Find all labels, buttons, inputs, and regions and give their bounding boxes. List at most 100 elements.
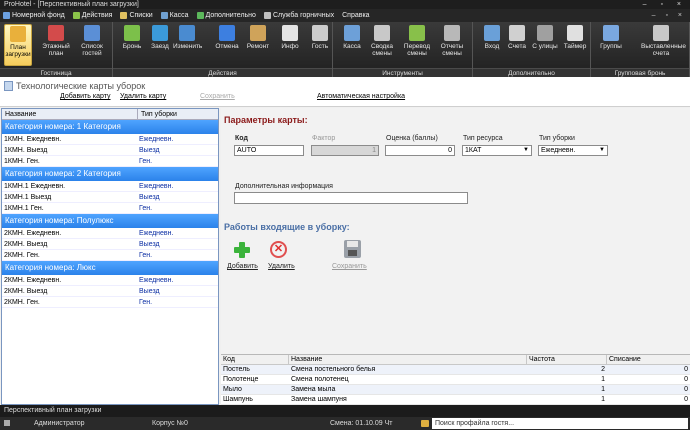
ribbon-button[interactable]: Бронь <box>118 24 146 66</box>
remove-work-icon[interactable]: ✕ <box>270 241 287 258</box>
works-cell: 0 <box>684 376 688 383</box>
works-cell: Мыло <box>223 386 242 393</box>
cell-cleaning-type: Ежедневн. <box>139 136 174 143</box>
menu-item[interactable]: Дополнительно <box>196 9 256 22</box>
table-row[interactable]: 1КМН. Ежедневн. Ежедневн. <box>2 134 218 145</box>
works-table-body: Постель Смена постельного белья 2 0 Полотенц… <box>221 365 690 405</box>
ribbon-button[interactable]: Отчеты смены <box>438 24 466 66</box>
table-row[interactable]: 2КМН. Ген. Ген. <box>2 297 218 308</box>
ribbon-button-label: Гость <box>311 43 329 50</box>
menu-item[interactable]: Касса <box>160 9 189 22</box>
main-content: Технологические карты уборок Добавить ка… <box>0 77 690 405</box>
ribbon-button-icon <box>567 25 583 41</box>
add-card-link[interactable]: Добавить карту <box>60 93 111 100</box>
column-code[interactable]: Код <box>221 355 289 364</box>
ribbon-button[interactable]: Гость <box>306 24 334 66</box>
table-row[interactable]: Шампунь Замена шампуня 1 0 <box>221 395 690 405</box>
add-work-link[interactable]: Добавить <box>227 263 258 270</box>
menu-item[interactable]: Служба горничных <box>263 9 334 22</box>
menu-item[interactable]: Справка <box>342 9 369 22</box>
ribbon-button[interactable]: Отмена <box>213 24 241 66</box>
ribbon-button[interactable]: Заезд <box>146 24 174 66</box>
category-group-row[interactable]: Категория номера: 2 Категория <box>2 167 218 181</box>
column-frequency[interactable]: Частота <box>527 355 607 364</box>
resource-type-select[interactable]: 1КАТ ▼ <box>462 145 532 156</box>
ribbon-button[interactable]: План загрузки <box>4 24 32 66</box>
ribbon-button[interactable]: Выставленные счета <box>641 24 686 66</box>
table-row[interactable]: Мыло Замена мыла 1 0 <box>221 385 690 395</box>
menu-item[interactable]: Действия <box>72 9 112 22</box>
table-row[interactable]: Полотенце Смена полотенец 1 0 <box>221 375 690 385</box>
menu-item[interactable]: Номерной фонд <box>3 9 65 22</box>
save-disk-icon[interactable] <box>344 240 361 258</box>
ribbon-button[interactable]: Таймер <box>561 24 589 66</box>
works-cell: Смена полотенец <box>291 376 349 383</box>
save-link[interactable]: Сохранить <box>200 93 235 100</box>
table-row[interactable]: 1КМН. Выезд Выезд <box>2 145 218 156</box>
table-row[interactable]: 2КМН. Ежедневн. Ежедневн. <box>2 275 218 286</box>
category-group-row[interactable]: Категория номера: 1 Категория <box>2 120 218 134</box>
status-bar: Администратор Корпус №0 Смена: 01.10.09 … <box>0 417 690 430</box>
score-label: Оценка (баллы) <box>386 135 438 142</box>
table-row[interactable]: 2КМН. Ген. Ген. <box>2 250 218 261</box>
remove-work-link[interactable]: Удалить <box>268 263 295 270</box>
resource-type-label: Тип ресурса <box>463 135 503 142</box>
column-cleaning-type[interactable]: Тип уборки <box>138 109 177 119</box>
ribbon-button-label: Выставленные счета <box>641 43 686 57</box>
table-row[interactable]: 2КМН. Выезд Выезд <box>2 286 218 297</box>
category-group-row[interactable]: Категория номера: Люкс <box>2 261 218 275</box>
table-row[interactable]: 1КМН. Ген. Ген. <box>2 156 218 167</box>
menu-icon <box>120 12 128 19</box>
table-row[interactable]: 2КМН. Выезд Выезд <box>2 239 218 250</box>
works-cell: Шампунь <box>223 396 253 403</box>
table-row[interactable]: 1КМН.1 Ежедневн. Ежедневн. <box>2 181 218 192</box>
ribbon-button[interactable]: Список гостей <box>78 24 106 66</box>
menu-icon <box>263 12 271 19</box>
menu-item-label: Списки <box>129 12 153 19</box>
column-title[interactable]: Название <box>289 355 527 364</box>
works-cell: Замена мыла <box>291 386 336 393</box>
ribbon-button[interactable]: Сводка смены <box>368 24 396 66</box>
ribbon-button[interactable]: Счета <box>503 24 531 66</box>
delete-card-link[interactable]: Удалить карту <box>120 93 166 100</box>
cell-cleaning-type: Выезд <box>139 241 160 248</box>
ribbon-button[interactable]: Перевод смены <box>403 24 431 66</box>
auto-setup-link[interactable]: Автоматическая настройка <box>317 93 405 100</box>
ribbon-button[interactable]: Вход <box>478 24 506 66</box>
plan-tab-label[interactable]: Перспективный план загрузки <box>4 407 101 414</box>
ribbon-button[interactable]: Инфо <box>276 24 304 66</box>
ribbon-button[interactable]: Этажный план <box>42 24 70 66</box>
factor-input[interactable]: 1 <box>311 145 379 156</box>
ribbon-button[interactable]: С улицы <box>531 24 559 66</box>
code-input[interactable]: AUTO <box>234 145 304 156</box>
menu-bar: Номерной фонд Действия Списки Касса Дополнит… <box>0 9 690 22</box>
window-controls[interactable]: – ▫ × <box>643 0 687 9</box>
score-input[interactable]: 0 <box>385 145 455 156</box>
info-input[interactable] <box>234 192 468 204</box>
cleaning-type-select[interactable]: Ежедневн. ▼ <box>538 145 608 156</box>
column-writeoff[interactable]: Списание <box>607 355 690 364</box>
cards-grid: Название Тип уборки Категория номера: 1 … <box>1 108 219 405</box>
save-work-link[interactable]: Сохранить <box>332 263 367 270</box>
menu-item[interactable]: Списки <box>120 9 153 22</box>
category-group-row[interactable]: Категория номера: Полулюкс <box>2 214 218 228</box>
ribbon-button-icon <box>124 25 140 41</box>
ribbon-button-icon <box>444 25 460 41</box>
table-row[interactable]: 1КМН.1 Выезд Выезд <box>2 192 218 203</box>
table-row[interactable]: Постель Смена постельного белья 2 0 <box>221 365 690 375</box>
mdi-window-controls[interactable]: – ▫ × <box>652 9 686 22</box>
add-work-icon[interactable] <box>232 240 252 260</box>
cell-cleaning-type: Ежедневн. <box>139 230 174 237</box>
table-row[interactable]: 2КМН. Ежедневн. Ежедневн. <box>2 228 218 239</box>
ribbon-button[interactable]: Ремонт <box>244 24 272 66</box>
ribbon-button-label: Сводка смены <box>371 43 393 57</box>
cell-cleaning-type: Выезд <box>139 147 160 154</box>
ribbon-button[interactable]: Изменить <box>173 24 202 66</box>
table-row[interactable]: 1КМН.1 Ген. Ген. <box>2 203 218 214</box>
guest-search-input[interactable]: Поиск профайла гостя... <box>432 418 688 429</box>
ribbon-button[interactable]: Группы <box>597 24 625 66</box>
ribbon-button[interactable]: Касса <box>338 24 366 66</box>
ribbon-button-label: Бронь <box>122 43 142 50</box>
cell-cleaning-type: Ежедневн. <box>139 277 174 284</box>
column-name[interactable]: Название <box>2 109 138 119</box>
